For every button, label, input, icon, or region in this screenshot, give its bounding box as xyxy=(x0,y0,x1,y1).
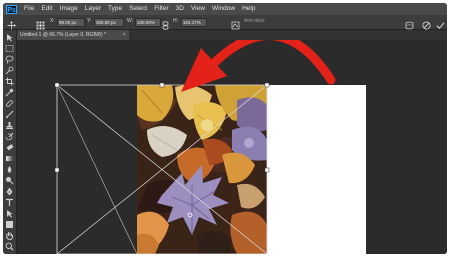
menu-layer[interactable]: Layer xyxy=(85,3,101,15)
menu-bar: Ps File Edit Image Layer Type Select Fil… xyxy=(3,3,447,15)
reference-point-icon[interactable] xyxy=(36,17,45,30)
path-selection-tool-icon[interactable] xyxy=(5,209,14,218)
pen-tool-icon[interactable] xyxy=(5,187,14,196)
options-bar: X: 99.00 px Y: 300.00 px W: 100.00% H: 1… xyxy=(3,15,447,30)
gradient-tool-icon[interactable] xyxy=(5,154,14,163)
menu-view[interactable]: View xyxy=(191,3,205,15)
document-tab-bar: Untitled-1 @ 66.7% (Layer 0, RGB/8) * × xyxy=(17,30,447,40)
y-field[interactable]: 300.00 px xyxy=(94,18,124,27)
clone-stamp-tool-icon[interactable] xyxy=(5,121,14,130)
quick-selection-tool-icon[interactable] xyxy=(5,66,14,75)
brush-tool-icon[interactable] xyxy=(5,110,14,119)
x-field[interactable]: 99.00 px xyxy=(57,18,85,27)
menu-type[interactable]: Type xyxy=(108,3,122,15)
photoshop-logo: Ps xyxy=(6,4,17,14)
height-field[interactable]: 104.17% xyxy=(181,18,207,27)
history-brush-tool-icon[interactable] xyxy=(5,132,14,141)
blur-tool-icon[interactable] xyxy=(5,165,14,174)
photoshop-window: Ps File Edit Image Layer Type Select Fil… xyxy=(3,3,447,254)
lasso-tool-icon[interactable] xyxy=(5,55,14,64)
w-label: W: xyxy=(127,18,134,24)
eraser-tool-icon[interactable] xyxy=(5,143,14,152)
tools-panel xyxy=(3,30,17,254)
crop-tool-icon[interactable] xyxy=(5,77,14,86)
menu-image[interactable]: Image xyxy=(60,3,78,15)
menu-help[interactable]: Help xyxy=(242,3,255,15)
canvas-area[interactable] xyxy=(17,40,447,254)
healing-brush-tool-icon[interactable] xyxy=(5,99,14,108)
menu-filter[interactable]: Filter xyxy=(154,3,168,15)
document-tab[interactable]: Untitled-1 @ 66.7% (Layer 0, RGB/8) * × xyxy=(17,30,129,40)
link-icon[interactable] xyxy=(161,17,170,30)
move-tool-icon xyxy=(7,17,16,30)
type-tool-icon[interactable] xyxy=(5,198,14,207)
marquee-tool-icon[interactable] xyxy=(5,44,14,53)
cancel-transform-icon[interactable] xyxy=(422,17,431,30)
menu-3d[interactable]: 3D xyxy=(176,3,184,15)
menu-select[interactable]: Select xyxy=(129,3,147,15)
h-label: H: xyxy=(173,18,178,24)
menu-edit[interactable]: Edit xyxy=(41,3,52,15)
warp-icon[interactable] xyxy=(405,17,414,30)
move-tool-icon[interactable] xyxy=(5,33,14,42)
menu-file[interactable]: File xyxy=(24,3,34,15)
commit-transform-icon[interactable] xyxy=(436,17,445,30)
interpolation-icon[interactable] xyxy=(231,17,240,30)
antialias-label: Anti-alias xyxy=(244,18,265,24)
eyedropper-tool-icon[interactable] xyxy=(5,88,14,97)
red-curved-arrow xyxy=(181,40,336,92)
y-label: Y: xyxy=(87,18,92,24)
dodge-tool-icon[interactable] xyxy=(5,176,14,185)
x-label: X: xyxy=(50,18,55,24)
zoom-tool-icon[interactable] xyxy=(5,242,14,251)
close-icon[interactable]: × xyxy=(123,30,126,40)
hand-tool-icon[interactable] xyxy=(5,231,14,240)
shape-tool-icon[interactable] xyxy=(5,220,14,229)
menu-window[interactable]: Window xyxy=(212,3,235,15)
document-tab-title: Untitled-1 @ 66.7% (Layer 0, RGB/8) * xyxy=(20,32,106,38)
width-field[interactable]: 100.00% xyxy=(135,18,161,27)
